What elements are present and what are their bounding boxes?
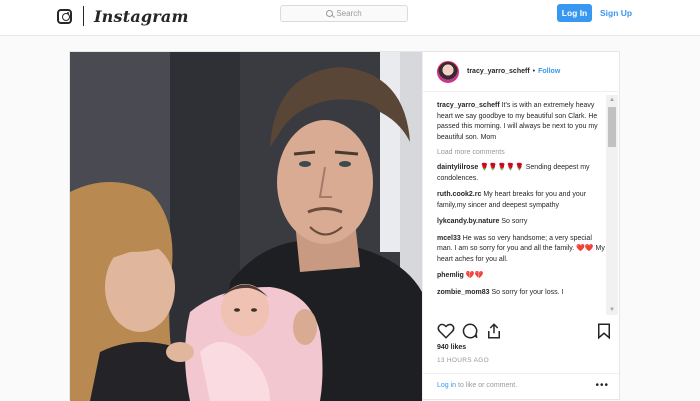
- scroll-down-arrow-icon[interactable]: ▼: [609, 307, 615, 313]
- brand-divider: [83, 6, 84, 26]
- post-card: tracy_yarro_scheff • Follow tracy_yarro_…: [69, 51, 621, 401]
- post-footer: Log in to like or comment. •••: [423, 373, 621, 401]
- share-icon[interactable]: [485, 322, 503, 340]
- comments-scrollbar[interactable]: ▲ ▼: [606, 95, 618, 315]
- comment-username[interactable]: zombie_mom83: [437, 289, 490, 296]
- list-item: mcel33 He was so very handsome; a very s…: [437, 234, 605, 266]
- comment-text: So sorry: [501, 218, 528, 225]
- comment-username[interactable]: phemlig: [437, 272, 464, 279]
- bookmark-icon[interactable]: [595, 322, 613, 340]
- search-input[interactable]: Search: [280, 5, 408, 22]
- comment-text: So sorry for your loss. I: [491, 288, 564, 296]
- rose-emoji: 🌹🌹🌹🌹🌹: [480, 164, 524, 171]
- top-nav: Instagram Search Log In Sign Up: [0, 0, 700, 36]
- list-item: lykcandy.by.nature So sorry: [437, 217, 605, 228]
- list-item: daintylilrose 🌹🌹🌹🌹🌹 Sending deepest my c…: [437, 163, 605, 184]
- timestamp[interactable]: 13 HOURS AGO: [437, 357, 489, 364]
- search-placeholder: Search: [336, 9, 362, 18]
- load-more-comments[interactable]: Load more comments: [437, 149, 605, 156]
- caption: tracy_yarro_scheff It's is with an extre…: [437, 101, 605, 143]
- scroll-up-arrow-icon[interactable]: ▲: [609, 97, 615, 103]
- brand-wordmark[interactable]: Instagram: [94, 7, 189, 26]
- separator-dot: •: [532, 68, 536, 75]
- list-item: ruth.cook2.rc My heart breaks for you an…: [437, 190, 605, 211]
- post-actions: [437, 322, 610, 342]
- comment-username[interactable]: ruth.cook2.rc: [437, 191, 481, 198]
- follow-button[interactable]: Follow: [538, 68, 560, 75]
- post-username[interactable]: tracy_yarro_scheff: [467, 68, 530, 75]
- scroll-thumb[interactable]: [608, 107, 616, 147]
- comment-icon[interactable]: [461, 322, 479, 340]
- comments-list[interactable]: tracy_yarro_scheff It's is with an extre…: [423, 93, 621, 313]
- signup-link[interactable]: Sign Up: [600, 8, 632, 18]
- comment-text: He was so very handsome; a very special …: [437, 234, 605, 263]
- footer-login-link[interactable]: Log in: [437, 382, 456, 389]
- list-item: zombie_mom83 So sorry for your loss. I: [437, 288, 605, 299]
- comment-username[interactable]: daintylilrose: [437, 164, 478, 171]
- broken-heart-emoji: 💔💔: [465, 272, 484, 279]
- post-photo-illustration: [70, 52, 422, 401]
- instagram-glyph-icon[interactable]: [57, 8, 72, 24]
- more-icon[interactable]: •••: [595, 381, 609, 391]
- avatar[interactable]: [437, 60, 459, 83]
- comment-username[interactable]: lykcandy.by.nature: [437, 218, 499, 225]
- search-icon: [326, 10, 334, 17]
- heart-icon[interactable]: [437, 322, 455, 340]
- comment-username[interactable]: mcel33: [437, 235, 461, 242]
- list-item: phemlig 💔💔: [437, 271, 605, 282]
- post-photo[interactable]: [70, 52, 422, 401]
- likes-count[interactable]: 940 likes: [437, 344, 466, 351]
- login-button[interactable]: Log In: [557, 4, 592, 22]
- caption-username[interactable]: tracy_yarro_scheff: [437, 102, 500, 109]
- post-header: tracy_yarro_scheff • Follow: [423, 52, 620, 92]
- post-sidebar: tracy_yarro_scheff • Follow tracy_yarro_…: [422, 52, 621, 401]
- brand[interactable]: Instagram: [57, 6, 189, 26]
- footer-text: to like or comment.: [458, 382, 518, 389]
